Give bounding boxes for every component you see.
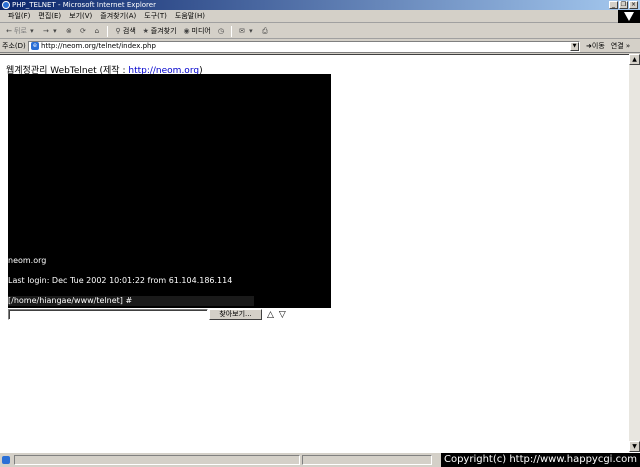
chevron-down-icon: ▾ <box>53 27 57 35</box>
media-button[interactable]: ◉ 미디어 <box>181 26 213 36</box>
command-row: 찾아보기... △ ▽ <box>8 309 286 320</box>
links-button[interactable]: 연결 » <box>611 41 630 51</box>
menu-file[interactable]: 파일(F) <box>4 11 34 21</box>
copyright-banner: Copyright(c) http://www.happycgi.com <box>440 453 640 467</box>
forward-button[interactable]: → ▾ <box>40 27 61 35</box>
back-arrow-icon: ← <box>6 27 12 35</box>
home-icon: ⌂ <box>94 27 100 35</box>
status-pane <box>14 455 300 465</box>
history-icon: ◷ <box>217 27 224 35</box>
menu-help[interactable]: 도움말(H) <box>171 11 209 21</box>
scroll-up-button[interactable]: △ <box>267 310 274 320</box>
home-button[interactable]: ⌂ <box>91 27 103 35</box>
menu-edit[interactable]: 편집(E) <box>34 11 65 21</box>
restore-button[interactable]: ❐ <box>619 1 628 9</box>
windows-logo-icon <box>624 12 634 21</box>
terminal-last-login: Last login: Dec Tue 2002 10:01:22 from 6… <box>8 276 233 285</box>
toolbar-separator <box>230 25 232 37</box>
address-label: 주소(D) <box>2 42 26 50</box>
address-input[interactable]: e http://neom.org/telnet/index.php ▼ <box>28 40 580 52</box>
back-button[interactable]: ← 뒤로 ▾ <box>3 26 38 36</box>
history-button[interactable]: ◷ <box>215 27 227 35</box>
mail-icon: ✉ <box>238 27 245 35</box>
media-label: 미디어 <box>191 27 211 35</box>
browser-window: PHP_TELNET - Microsoft Internet Explorer… <box>0 0 640 467</box>
chevron-down-icon: ▾ <box>30 27 34 35</box>
stop-button[interactable]: ⊗ <box>63 27 75 35</box>
search-button[interactable]: ⚲ 검색 <box>112 26 138 36</box>
go-button[interactable]: ➜이동 <box>586 41 605 51</box>
address-bar: 주소(D) e http://neom.org/telnet/index.php… <box>0 40 640 53</box>
scroll-up-arrow[interactable]: ▲ <box>629 54 640 65</box>
standard-toolbar: ← 뒤로 ▾ → ▾ ⊗ ⟳ ⌂ ⚲ 검색 ★ 즐겨찾기 ◉ 미디어 ◷ ✉ ▾… <box>0 24 640 39</box>
browse-button[interactable]: 찾아보기... <box>209 309 262 320</box>
menu-tools[interactable]: 도구(T) <box>140 11 171 21</box>
search-icon: ⚲ <box>115 27 121 35</box>
page-content: 웹계정관리 WebTelnet (제작 : http://neom.org) n… <box>0 54 629 452</box>
refresh-button[interactable]: ⟳ <box>77 27 89 35</box>
vertical-scrollbar[interactable]: ▲ ▼ <box>629 54 640 452</box>
scroll-down-button[interactable]: ▽ <box>279 310 286 320</box>
menu-favorites[interactable]: 즐겨찾기(A) <box>96 11 140 21</box>
command-input[interactable] <box>8 309 208 320</box>
status-pane <box>302 455 432 465</box>
terminal-screen: neom.org Last login: Dec Tue 2002 10:01:… <box>8 74 331 308</box>
menu-view[interactable]: 보기(V) <box>65 11 96 21</box>
favorites-button[interactable]: ★ 즐겨찾기 <box>140 26 179 36</box>
ie-status-icon <box>2 456 10 464</box>
media-icon: ◉ <box>183 27 190 35</box>
star-icon: ★ <box>142 27 149 35</box>
search-label: 검색 <box>122 27 136 35</box>
scroll-down-arrow[interactable]: ▼ <box>629 441 640 452</box>
chevron-down-icon: ▾ <box>249 27 253 35</box>
close-button[interactable]: × <box>629 1 638 9</box>
page-icon: e <box>31 42 39 50</box>
print-button[interactable]: ⎙ <box>259 27 271 35</box>
mail-button[interactable]: ✉ ▾ <box>236 27 257 35</box>
stop-icon: ⊗ <box>65 27 72 35</box>
print-icon: ⎙ <box>262 27 268 35</box>
refresh-icon: ⟳ <box>79 27 86 35</box>
ie-throbber-logo <box>618 10 640 23</box>
favorites-label: 즐겨찾기 <box>150 27 177 35</box>
address-dropdown-button[interactable]: ▼ <box>570 41 579 51</box>
back-label: 뒤로 <box>14 27 27 35</box>
title-bar: PHP_TELNET - Microsoft Internet Explorer… <box>0 0 640 10</box>
terminal-host: neom.org <box>8 256 47 265</box>
go-label: 이동 <box>591 42 605 50</box>
window-title: PHP_TELNET - Microsoft Internet Explorer <box>12 1 156 9</box>
ie-app-icon <box>2 1 10 9</box>
forward-arrow-icon: → <box>42 27 49 35</box>
minimize-button[interactable]: _ <box>609 1 618 9</box>
status-bar: Copyright(c) http://www.happycgi.com <box>0 452 640 467</box>
menu-bar: 파일(F) 편집(E) 보기(V) 즐겨찾기(A) 도구(T) 도움말(H) <box>0 10 640 23</box>
toolbar-separator <box>106 25 108 37</box>
terminal-prompt: [/home/hiangae/www/telnet] # <box>8 296 254 306</box>
address-url: http://neom.org/telnet/index.php <box>41 42 156 50</box>
